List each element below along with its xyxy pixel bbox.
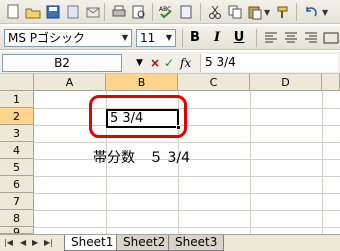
next-sheet-icon[interactable]: ▶: [32, 238, 38, 248]
row-header-4[interactable]: 4: [0, 142, 34, 159]
standard-toolbar: ABC ▼ ▼: [0, 0, 340, 24]
save-icon[interactable]: [44, 3, 62, 21]
italic-button[interactable]: I: [208, 29, 226, 47]
research-icon[interactable]: [178, 3, 196, 21]
font-size-value: 11: [140, 31, 156, 45]
row-header-5[interactable]: 5: [0, 159, 34, 176]
underline-button[interactable]: U: [230, 29, 248, 47]
worksheet-grid: A B C D 1 2 3 4 5 6 7 8 9 5 3/4 帯分数 ５ 3/…: [0, 74, 340, 234]
row-header-6[interactable]: 6: [0, 176, 34, 193]
cut-icon[interactable]: [206, 3, 224, 21]
name-box-dropdown-icon[interactable]: ▼: [136, 55, 143, 71]
row-header-8[interactable]: 8: [0, 210, 34, 227]
align-left-icon[interactable]: [262, 29, 280, 47]
tab-sheet3[interactable]: Sheet3: [168, 235, 225, 251]
align-center-icon[interactable]: [282, 29, 300, 47]
column-header-c[interactable]: C: [178, 74, 250, 91]
row-header-9[interactable]: 9: [0, 227, 34, 234]
spelling-icon[interactable]: ABC: [158, 3, 176, 21]
paste-icon[interactable]: [246, 3, 264, 21]
permission-icon[interactable]: [64, 3, 82, 21]
highlight-annotation: [89, 95, 187, 138]
open-icon[interactable]: [24, 3, 42, 21]
cancel-icon[interactable]: ×: [150, 55, 160, 71]
sheet-tab-bar: |◀ ◀ ▶ ▶| Sheet1 Sheet2 Sheet3: [0, 234, 340, 251]
print-icon[interactable]: [110, 3, 128, 21]
formula-bar: B2 ▼ × ✓ fx 5 3/4: [0, 52, 340, 74]
prev-sheet-icon[interactable]: ◀: [20, 238, 26, 248]
undo-icon[interactable]: [302, 3, 320, 21]
column-header-b[interactable]: B: [106, 74, 178, 91]
name-box[interactable]: B2: [2, 54, 122, 72]
row-header-3[interactable]: 3: [0, 125, 34, 142]
merge-center-icon[interactable]: [322, 29, 340, 47]
column-header-d[interactable]: D: [250, 74, 322, 91]
formatting-toolbar: MS Pゴシック ▼ 11 ▼ B I U: [0, 26, 340, 50]
font-name-value: MS Pゴシック: [8, 31, 86, 45]
row-header-7[interactable]: 7: [0, 193, 34, 210]
column-header-e[interactable]: [322, 74, 340, 91]
font-size-select[interactable]: 11 ▼: [136, 29, 176, 47]
new-icon[interactable]: [4, 3, 22, 21]
column-header-a[interactable]: A: [34, 74, 106, 91]
chevron-down-icon[interactable]: ▼: [119, 30, 131, 46]
tab-sheet2[interactable]: Sheet2: [116, 235, 173, 251]
first-sheet-icon[interactable]: |◀: [4, 238, 13, 248]
font-name-select[interactable]: MS Pゴシック ▼: [4, 29, 132, 47]
tab-sheet1[interactable]: Sheet1: [64, 235, 121, 251]
row-header-1[interactable]: 1: [0, 91, 34, 108]
select-all-corner[interactable]: [0, 74, 34, 91]
last-sheet-icon[interactable]: ▶|: [44, 238, 53, 248]
print-preview-icon[interactable]: [130, 3, 148, 21]
chevron-down-icon[interactable]: ▼: [163, 30, 175, 46]
insert-function-button[interactable]: fx: [180, 55, 191, 71]
format-painter-icon[interactable]: [274, 3, 292, 21]
paste-dropdown-icon[interactable]: ▼: [264, 8, 270, 17]
email-icon[interactable]: [84, 3, 102, 21]
undo-dropdown-icon[interactable]: ▼: [322, 8, 328, 17]
row-header-2[interactable]: 2: [0, 108, 34, 125]
align-right-icon[interactable]: [302, 29, 320, 47]
formula-input[interactable]: 5 3/4: [200, 54, 338, 72]
bold-button[interactable]: B: [186, 29, 204, 47]
copy-icon[interactable]: [226, 3, 244, 21]
enter-icon[interactable]: ✓: [164, 55, 174, 71]
cell-b4[interactable]: 帯分数 ５ 3/4: [93, 148, 190, 168]
